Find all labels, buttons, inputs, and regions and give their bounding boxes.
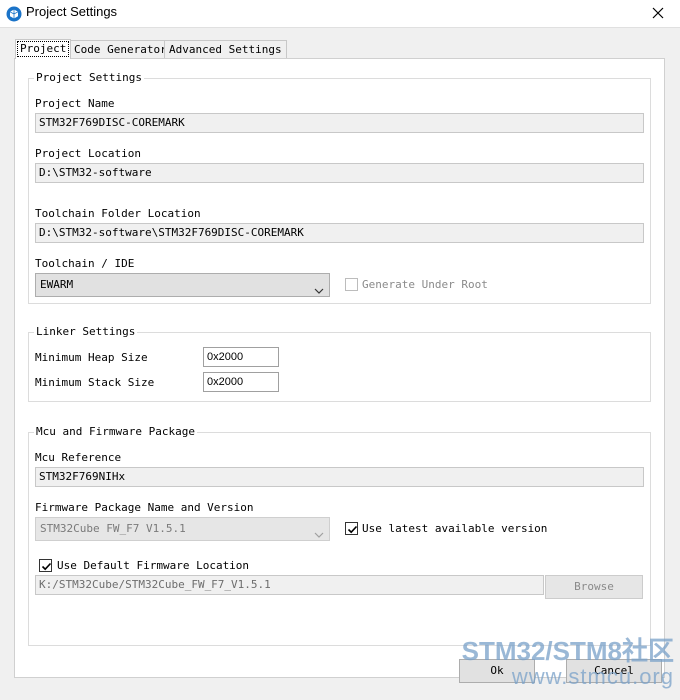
toolchain-ide-value: EWARM	[40, 278, 74, 291]
project-settings-group: Project Settings Project Name STM32F769D…	[28, 71, 651, 304]
mcu-reference-field[interactable]: STM32F769NIHx	[35, 467, 644, 487]
close-window-button[interactable]	[636, 0, 680, 28]
linker-settings-group: Linker Settings Minimum Heap Size 0x2000…	[28, 325, 651, 402]
app-cube-icon	[6, 6, 22, 22]
project-name-label: Project Name	[35, 97, 115, 110]
project-location-label: Project Location	[35, 147, 141, 160]
mcu-firmware-title: Mcu and Firmware Package	[34, 425, 197, 438]
dialog-body: Project Code Generator Advanced Settings…	[0, 28, 680, 700]
use-default-location-checkbox[interactable]	[39, 559, 52, 572]
project-location-field[interactable]: D:\STM32-software	[35, 163, 644, 183]
project-name-field[interactable]: STM32F769DISC-COREMARK	[35, 113, 644, 133]
check-icon	[41, 562, 52, 571]
generate-under-root-label: Generate Under Root	[362, 278, 488, 291]
firmware-package-select[interactable]: STM32Cube FW_F7 V1.5.1	[35, 517, 330, 541]
chevron-down-icon	[314, 281, 324, 303]
firmware-location-field[interactable]: K:/STM32Cube/STM32Cube_FW_F7_V1.5.1	[35, 575, 544, 595]
linker-settings-title: Linker Settings	[34, 325, 138, 338]
toolchain-ide-select[interactable]: EWARM	[35, 273, 330, 297]
mcu-reference-label: Mcu Reference	[35, 451, 122, 464]
use-default-location-label: Use Default Firmware Location	[57, 559, 250, 572]
window-title: Project Settings	[26, 4, 118, 19]
toolchain-folder-field[interactable]: D:\STM32-software\STM32F769DISC-COREMARK	[35, 223, 644, 243]
min-heap-label: Minimum Heap Size	[35, 351, 148, 364]
watermark-line2: www.stmcu.org	[511, 664, 674, 689]
min-heap-field[interactable]: 0x2000	[203, 347, 279, 367]
generate-under-root-checkbox[interactable]	[345, 278, 358, 291]
min-stack-label: Minimum Stack Size	[35, 376, 155, 389]
project-tab-panel: Project Settings Project Name STM32F769D…	[14, 58, 665, 678]
project-settings-title: Project Settings	[34, 71, 144, 84]
tab-code-generator[interactable]: Code Generator	[69, 40, 172, 58]
check-icon	[347, 525, 358, 534]
browse-button[interactable]: Browse	[545, 575, 643, 599]
close-icon	[652, 7, 664, 22]
toolchain-ide-label: Toolchain / IDE	[35, 257, 135, 270]
firmware-package-label: Firmware Package Name and Version	[35, 501, 254, 514]
use-latest-version-label: Use latest available version	[362, 522, 548, 535]
tab-project[interactable]: Project	[15, 39, 72, 59]
watermark: STM32/STM8社区 www.stmcu.org	[462, 638, 674, 690]
use-latest-version-checkbox[interactable]	[345, 522, 358, 535]
toolchain-folder-label: Toolchain Folder Location	[35, 207, 201, 220]
title-bar: Project Settings	[0, 0, 680, 28]
firmware-package-value: STM32Cube FW_F7 V1.5.1	[40, 522, 186, 535]
min-stack-field[interactable]: 0x2000	[203, 372, 279, 392]
tab-advanced-settings[interactable]: Advanced Settings	[164, 40, 287, 58]
mcu-firmware-group: Mcu and Firmware Package Mcu Reference S…	[28, 425, 651, 646]
chevron-down-icon	[314, 525, 324, 547]
watermark-line1: STM32/STM8社区	[461, 636, 674, 666]
